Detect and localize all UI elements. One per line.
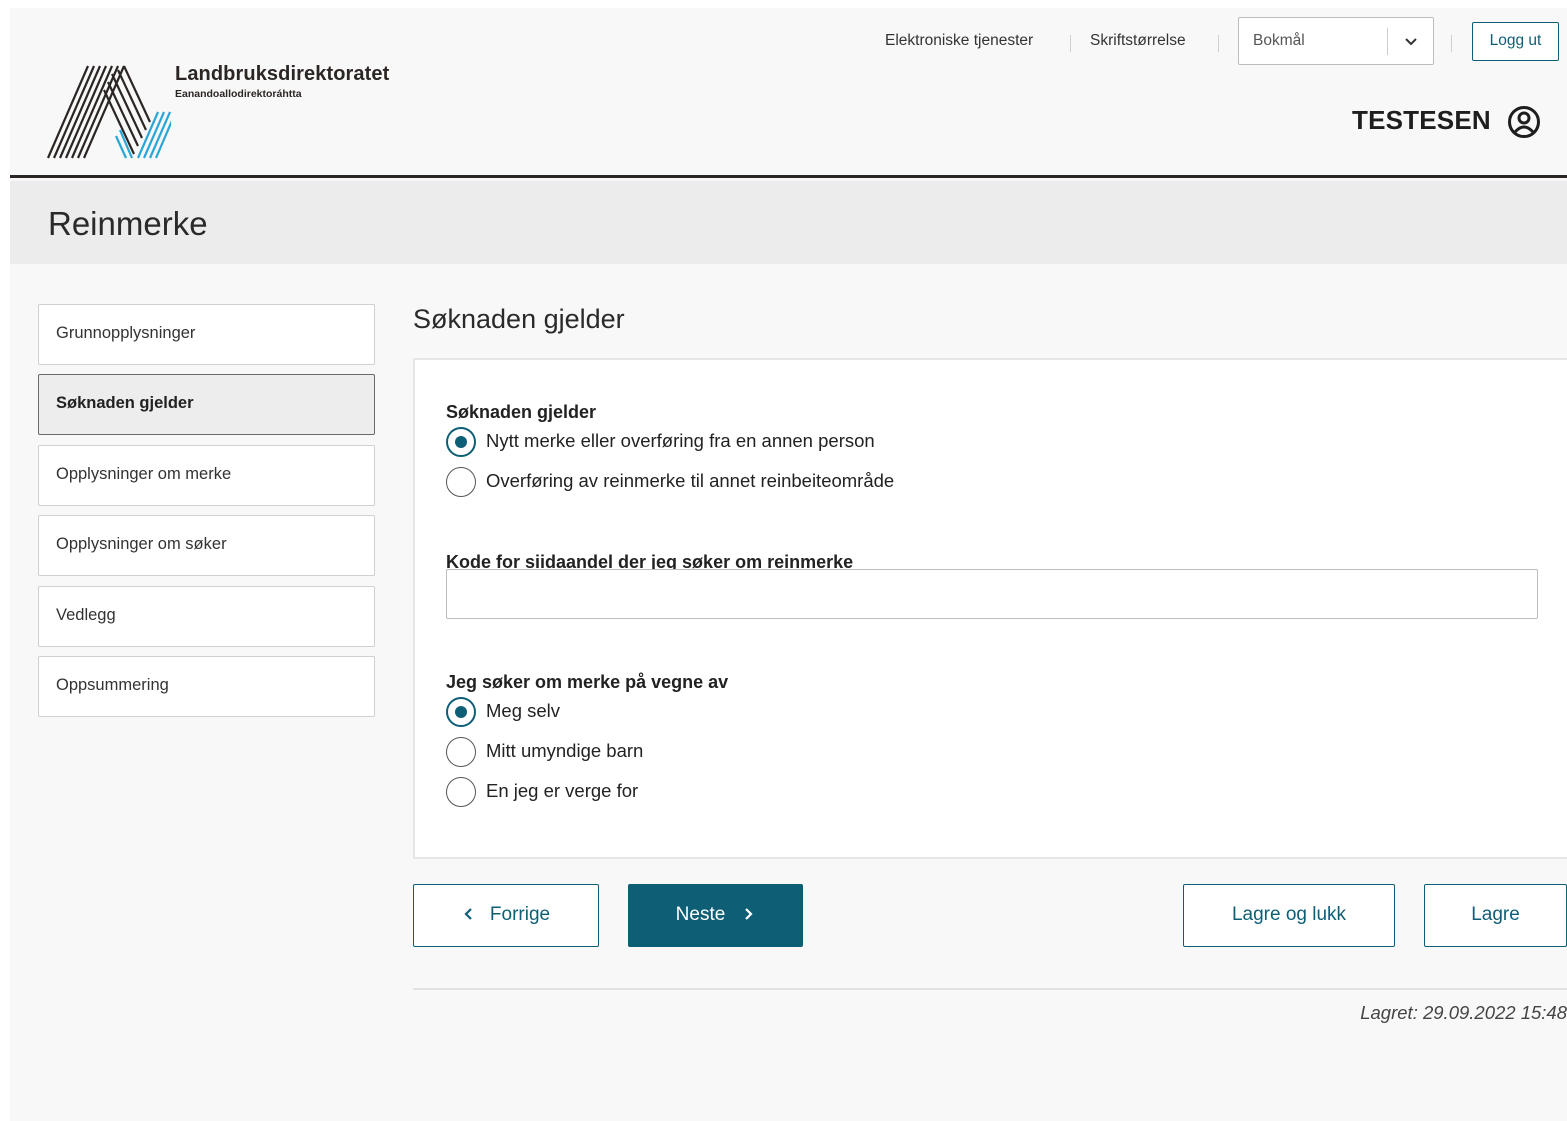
section-title: Søknaden gjelder bbox=[413, 304, 625, 334]
save-button[interactable]: Lagre bbox=[1424, 884, 1567, 947]
page-title: Reinmerke bbox=[48, 205, 208, 242]
question-on-behalf-label: Jeg søker om merke på vegne av bbox=[446, 672, 729, 692]
save-and-close-button[interactable]: Lagre og lukk bbox=[1183, 884, 1395, 947]
logo-mark-icon bbox=[46, 65, 171, 159]
siida-code-input[interactable] bbox=[446, 569, 1538, 619]
sidebar-item-vedlegg[interactable]: Vedlegg bbox=[38, 586, 375, 647]
logo-name: Landbruksdirektoratet bbox=[175, 63, 390, 85]
sidebar-item-opplysninger-om-merke[interactable]: Opplysninger om merke bbox=[38, 445, 375, 506]
page: Landbruksdirektoratet Eanandoallodirekto… bbox=[10, 8, 1567, 1121]
logo[interactable]: Landbruksdirektoratet Eanandoallodirekto… bbox=[46, 60, 446, 164]
radio-label: Meg selv bbox=[486, 700, 561, 721]
form-card: Søknaden gjelder Nytt merke eller overfø… bbox=[413, 358, 1567, 859]
logo-subtitle: Eanandoallodirektoráhtta bbox=[175, 88, 302, 100]
title-band: Reinmerke bbox=[10, 181, 1567, 264]
logout-button[interactable]: Logg ut bbox=[1472, 22, 1559, 61]
font-size-link[interactable]: Skriftstørrelse bbox=[1090, 32, 1186, 54]
user-profile-icon[interactable] bbox=[1507, 105, 1541, 139]
previous-button[interactable]: Forrige bbox=[413, 884, 599, 947]
question-application-type-label: Søknaden gjelder bbox=[446, 402, 597, 422]
link-separator bbox=[1451, 35, 1452, 52]
site-header: Landbruksdirektoratet Eanandoallodirekto… bbox=[10, 8, 1567, 178]
radio-label: Nytt merke eller overføring fra en annen… bbox=[486, 430, 875, 451]
chevron-right-icon bbox=[745, 908, 753, 920]
radio-label: En jeg er verge for bbox=[486, 780, 639, 801]
sidebar-item-oppsummering[interactable]: Oppsummering bbox=[38, 656, 375, 717]
chevron-left-icon bbox=[464, 908, 472, 920]
sidebar-item-soknaden-gjelder[interactable]: Søknaden gjelder bbox=[38, 374, 375, 435]
next-button[interactable]: Neste bbox=[628, 884, 803, 947]
radio-button[interactable] bbox=[446, 777, 476, 807]
link-separator bbox=[1070, 35, 1071, 52]
chevron-down-icon bbox=[1405, 38, 1417, 46]
select-divider bbox=[1387, 28, 1388, 55]
username: TESTESEN bbox=[1352, 105, 1491, 135]
sidebar-item-grunnopplysninger[interactable]: Grunnopplysninger bbox=[38, 304, 375, 365]
footer-divider bbox=[413, 988, 1567, 990]
next-button-label: Neste bbox=[675, 904, 726, 925]
radio-label: Mitt umyndige barn bbox=[486, 740, 644, 761]
previous-button-label: Forrige bbox=[489, 904, 551, 925]
radio-button[interactable] bbox=[446, 467, 476, 497]
radio-button[interactable] bbox=[446, 737, 476, 767]
link-separator bbox=[1218, 35, 1219, 52]
radio-button-checked[interactable] bbox=[446, 427, 476, 457]
radio-button-checked[interactable] bbox=[446, 697, 476, 727]
radio-label: Overføring av reinmerke til annet reinbe… bbox=[486, 470, 895, 491]
language-select-value: Bokmål bbox=[1253, 32, 1305, 49]
sidebar-item-opplysninger-om-soker[interactable]: Opplysninger om søker bbox=[38, 515, 375, 576]
language-select[interactable]: Bokmål bbox=[1238, 17, 1434, 65]
saved-status: Lagret: 29.09.2022 15:48 bbox=[1360, 1002, 1567, 1023]
electronic-services-link[interactable]: Elektroniske tjenester bbox=[885, 32, 1033, 54]
